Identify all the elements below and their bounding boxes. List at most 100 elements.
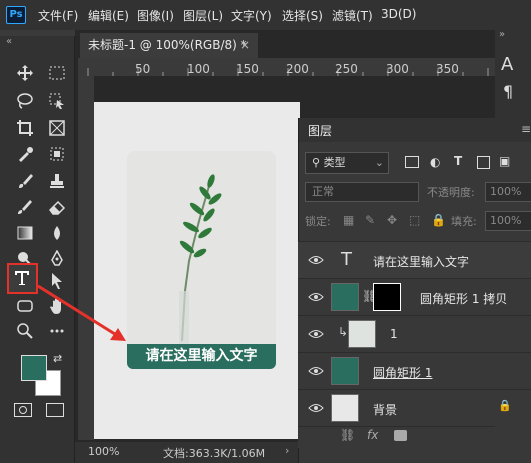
filter-image-icon[interactable] (405, 156, 419, 168)
visibility-eye-icon[interactable] (308, 329, 324, 339)
ruler-tick: 300 (386, 62, 409, 76)
stamp-tool-icon[interactable] (46, 170, 68, 192)
collapse-dock-icon[interactable]: » (499, 29, 505, 40)
lasso-tool-icon[interactable] (14, 90, 36, 112)
menu-file[interactable]: 文件(F) (38, 7, 78, 24)
swap-colors-icon[interactable]: ⇄ (53, 352, 62, 365)
menu-bar: Ps 文件(F) 编辑(E) 图像(I) 图层(L) 文字(Y) 选择(S) 滤… (0, 0, 531, 30)
visibility-eye-icon[interactable] (308, 292, 324, 302)
ruler-tick: 50 (135, 62, 151, 76)
brush-tool-icon[interactable] (14, 170, 36, 192)
title-banner[interactable]: 请在这里输入文字 (127, 344, 276, 369)
layer-thumbnail (331, 283, 359, 311)
lock-icon: 🔒 (498, 399, 512, 412)
layer-row[interactable]: ↳ 1 (298, 315, 531, 352)
menu-type[interactable]: 文字(Y) (231, 7, 272, 24)
ruler-tick: 200 (286, 62, 309, 76)
layer-thumbnail (331, 394, 359, 422)
layer-thumbnail (331, 357, 359, 385)
chevron-down-icon: ⌄ (374, 156, 384, 169)
screen-mode-icon[interactable] (46, 403, 64, 417)
filter-smart-object-icon[interactable]: ▣ (499, 154, 510, 168)
layers-panel-header (299, 118, 531, 142)
visibility-eye-icon[interactable] (308, 403, 324, 413)
blend-mode-select[interactable]: 正常 (305, 182, 419, 202)
search-icon: ⚲ (312, 156, 321, 169)
zoom-level[interactable]: 100% (88, 445, 119, 458)
add-mask-icon[interactable] (394, 430, 407, 441)
filter-adjustment-icon[interactable]: ◐ (430, 155, 440, 169)
blur-tool-icon[interactable] (46, 222, 68, 244)
fx-icon[interactable]: fx (367, 428, 378, 442)
document-info[interactable]: 文档:363.3K/1.06M (163, 445, 265, 461)
layer-row[interactable]: 背景 🔒 (298, 389, 531, 426)
visibility-eye-icon[interactable] (308, 366, 324, 376)
quick-mask-icon[interactable] (14, 403, 32, 417)
vertical-ruler (78, 76, 94, 440)
fill-value: 100% (490, 214, 522, 227)
document-tab[interactable]: 未标题-1 @ 100%(RGB/8) * × (80, 33, 258, 58)
ruler-tick: 150 (236, 62, 259, 76)
layer-row[interactable]: T 请在这里输入文字 (298, 241, 531, 278)
opacity-label: 不透明度: (427, 186, 475, 199)
spot-healing-tool-icon[interactable] (46, 143, 68, 165)
move-tool-icon[interactable] (14, 62, 36, 84)
document-tab-title: 未标题-1 @ 100%(RGB/8) * (88, 38, 247, 52)
photoshop-logo: Ps (6, 6, 26, 24)
opacity-field[interactable]: 100% (485, 182, 531, 202)
history-brush-tool-icon[interactable] (14, 196, 36, 218)
visibility-eye-icon[interactable] (308, 255, 324, 265)
layer-name[interactable]: 请在这里输入文字 (373, 253, 469, 270)
lock-label: 锁定: (305, 215, 331, 228)
status-chevron-icon[interactable]: › (285, 444, 289, 457)
lock-pixels-icon[interactable]: ✎ (365, 213, 375, 227)
menu-edit[interactable]: 编辑(E) (88, 7, 129, 24)
layer-row[interactable]: ⛓ 圆角矩形 1 拷贝 (298, 278, 531, 315)
lock-artboard-icon[interactable]: ⬚ (409, 213, 420, 227)
plant-image (127, 151, 276, 369)
layers-panel-title[interactable]: 图层 (308, 122, 332, 139)
layer-filter-select[interactable]: ⚲ 类型 ⌄ (305, 152, 389, 174)
fill-field[interactable]: 100% (485, 211, 531, 231)
clipping-arrow-icon: ↳ (338, 325, 349, 339)
annotation-arrow (37, 284, 126, 341)
eraser-tool-icon[interactable] (46, 196, 68, 218)
marquee-tool-icon[interactable] (46, 62, 68, 84)
filter-shape-icon[interactable] (477, 156, 490, 169)
lock-transparent-icon[interactable]: ▦ (343, 213, 354, 227)
menu-filter[interactable]: 滤镜(T) (332, 7, 373, 24)
opacity-value: 100% (490, 185, 522, 198)
text-layer-icon: T (341, 249, 352, 270)
paragraph-panel-icon[interactable]: ¶ (503, 82, 513, 101)
eyedropper-tool-icon[interactable] (14, 143, 36, 165)
lock-position-icon[interactable]: ✥ (387, 213, 397, 227)
frame-tool-icon[interactable] (46, 117, 68, 139)
object-select-tool-icon[interactable] (46, 90, 68, 112)
menu-layer[interactable]: 图层(L) (183, 7, 223, 24)
menu-image[interactable]: 图像(I) (137, 7, 174, 24)
layer-filter-label: 类型 (323, 156, 346, 169)
ruler-tick: 350 (436, 62, 459, 76)
close-tab-icon[interactable]: × (240, 33, 250, 58)
foreground-color-swatch[interactable] (21, 355, 47, 381)
layers-panel-footer: ⛓ fx (298, 426, 495, 448)
gradient-tool-icon[interactable] (14, 222, 36, 244)
layer-name[interactable]: 1 (390, 327, 398, 341)
character-panel-icon[interactable]: A (501, 54, 513, 75)
layer-row[interactable]: 圆角矩形 1 (298, 352, 531, 389)
fill-label: 填充: (451, 215, 477, 228)
lock-all-icon[interactable]: 🔒 (431, 213, 446, 227)
filter-type-icon[interactable]: T (454, 154, 462, 168)
link-layers-icon[interactable]: ⛓ (340, 428, 355, 442)
crop-tool-icon[interactable] (14, 117, 36, 139)
photo-card (127, 151, 276, 369)
collapse-icon[interactable]: « (6, 36, 12, 47)
ruler-tick: 250 (335, 62, 358, 76)
layer-name[interactable]: 圆角矩形 1 (373, 364, 432, 381)
pen-tool-icon[interactable] (46, 248, 68, 270)
layer-name[interactable]: 圆角矩形 1 拷贝 (420, 290, 507, 307)
panel-menu-icon[interactable]: ≡ (521, 122, 531, 136)
menu-select[interactable]: 选择(S) (282, 7, 323, 24)
menu-3d[interactable]: 3D(D) (381, 7, 416, 21)
layer-name[interactable]: 背景 (373, 401, 397, 418)
